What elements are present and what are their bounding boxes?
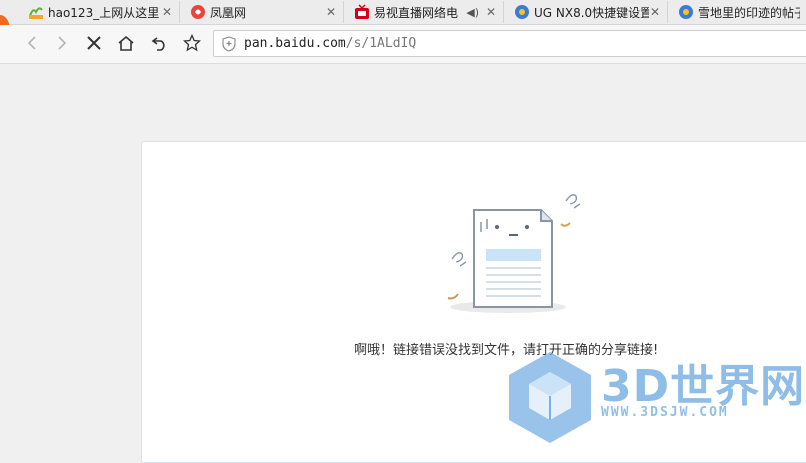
broken-file-illustration [447, 194, 581, 313]
watermark: 3D世界网 WWW.3DSJW.COM [505, 350, 806, 444]
tab-ug[interactable]: UG NX8.0快捷键设置 ✕ [508, 1, 668, 23]
chevron-left-icon [27, 36, 36, 50]
tab-tv[interactable]: 易视直播网络电 ◀) ✕ [348, 1, 504, 23]
watermark-url: WWW.3DSJW.COM [601, 405, 729, 420]
shield-icon [222, 36, 236, 52]
tab-title: 凤凰网 [210, 5, 247, 20]
toolbar: pan.baidu.com/s/1ALdIQ [0, 25, 806, 64]
tab-title: 雪地里的印迹的帖子 [698, 5, 800, 20]
cube-logo-icon [509, 352, 591, 443]
tab-hao123[interactable]: hao123_上网从这里 ✕ [22, 1, 180, 23]
close-icon[interactable]: ✕ [161, 5, 173, 19]
tab-title: UG NX8.0快捷键设置 [534, 5, 649, 20]
tab-title: 易视直播网络电 [374, 5, 459, 20]
home-icon [118, 35, 134, 51]
bookmark-button[interactable] [180, 31, 204, 55]
url-host: pan.baidu.com [244, 36, 346, 51]
tv-icon [355, 4, 369, 19]
url-text: pan.baidu.com/s/1ALdIQ [244, 31, 416, 56]
close-icon[interactable]: ✕ [485, 5, 497, 19]
ifeng-icon [191, 5, 205, 19]
forward-button[interactable] [50, 31, 74, 55]
close-icon[interactable]: ✕ [649, 5, 661, 19]
tab-strip: hao123_上网从这里 ✕ 凤凰网 ✕ 易视直播网络电 ◀) ✕ UG NX8… [0, 0, 806, 25]
url-path: /s/1ALdIQ [345, 36, 417, 51]
back-button[interactable] [20, 31, 44, 55]
undo-icon [151, 37, 165, 51]
tab-snow[interactable]: 雪地里的印迹的帖子 [672, 1, 806, 23]
tab-title: hao123_上网从这里 [48, 5, 160, 20]
close-icon [87, 36, 101, 50]
tab-ifeng[interactable]: 凤凰网 ✕ [184, 1, 344, 23]
star-icon [183, 34, 201, 52]
ug-icon [679, 5, 693, 19]
close-icon[interactable]: ✕ [325, 5, 337, 19]
ug-icon [515, 5, 529, 19]
hao123-icon [29, 7, 43, 19]
home-button[interactable] [114, 31, 138, 55]
speaker-icon[interactable]: ◀) [466, 6, 479, 19]
chevron-right-icon [58, 36, 67, 50]
undo-button[interactable] [148, 31, 172, 55]
stop-button[interactable] [82, 31, 106, 55]
address-bar[interactable]: pan.baidu.com/s/1ALdIQ [213, 30, 806, 57]
